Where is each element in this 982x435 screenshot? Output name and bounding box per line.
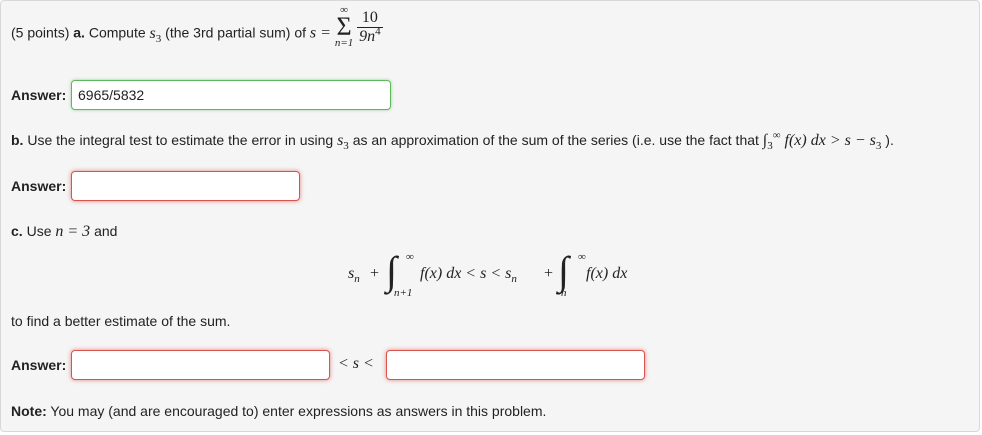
answer-b-input[interactable] [71,171,300,201]
integral-expression: ∫3∞ f(x) dx > s − s3 [762,129,882,153]
part-a-letter: a. [73,24,85,41]
part-b-text: Use the integral test to estimate the er… [27,132,334,148]
answer-c-lower-input[interactable] [71,350,330,380]
answer-a-label: Answer: [11,87,67,103]
n-equals-3: n = 3 [55,223,91,240]
points-label: (5 points) [11,24,70,41]
part-a-prompt: (5 points) a. Compute s3 (the 3rd partia… [11,5,383,49]
part-c-letter: c. [11,223,23,239]
part-c-text: Use [26,223,52,239]
series-fraction: 10 9n4 [357,8,383,45]
answer-b-label: Answer: [11,178,67,194]
note-text: You may (and are encouraged to) enter ex… [50,403,547,419]
part-b-text-2: as an approximation of the sum of the se… [352,132,759,148]
answer-c-upper-input[interactable] [386,350,645,380]
part-c-prompt: c. Use n = 3 and [11,223,117,241]
answer-c-label: Answer: [11,357,67,373]
part-c-text-after: to find a better estimate of the sum. [11,313,231,329]
part-a-text: Compute [88,24,146,41]
s-equals: s = [309,24,331,42]
answer-a-input[interactable] [71,80,391,110]
note: Note: You may (and are encouraged to) en… [11,403,546,419]
less-s-less: < s < [338,355,374,372]
problem-panel: (5 points) a. Compute s3 (the 3rd partia… [0,0,980,432]
part-c-and: and [94,223,118,239]
summation-symbol: ∞ Σ n=1 [334,4,354,49]
part-b-close: ). [885,132,894,148]
integral-sign-1: ∫ [386,248,397,293]
part-b-letter: b. [11,132,24,148]
s3-symbol: s3 [149,24,162,45]
part-b-prompt: b. Use the integral test to estimate the… [11,129,894,153]
note-label: Note: [11,403,47,419]
integral-sign-2: ∫ [558,248,569,293]
part-a-text-paren: (the 3rd partial sum) of [165,24,306,41]
s3-symbol-b: s3 [337,132,349,153]
